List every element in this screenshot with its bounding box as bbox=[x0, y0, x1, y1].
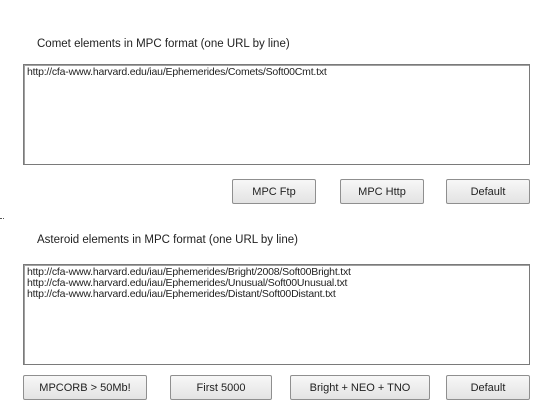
first-5000-button[interactable]: First 5000 bbox=[170, 375, 272, 400]
bright-neo-tno-button[interactable]: Bright + NEO + TNO bbox=[290, 375, 430, 400]
asteroid-default-button[interactable]: Default bbox=[446, 375, 530, 400]
asteroid-urls-textarea[interactable]: http://cfa-www.harvard.edu/iau/Ephemerid… bbox=[23, 264, 530, 365]
comet-elements-label: Comet elements in MPC format (one URL by… bbox=[37, 38, 290, 50]
asteroid-elements-label: Asteroid elements in MPC format (one URL… bbox=[37, 234, 298, 246]
mpc-ftp-button[interactable]: MPC Ftp bbox=[232, 179, 316, 204]
settings-panel: Comet elements in MPC format (one URL by… bbox=[0, 0, 539, 410]
mpc-http-button[interactable]: MPC Http bbox=[340, 179, 424, 204]
asteroid-url-line: http://cfa-www.harvard.edu/iau/Ephemerid… bbox=[27, 288, 336, 300]
dotted-marker bbox=[0, 218, 4, 220]
mpcorb-button[interactable]: MPCORB > 50Mb! bbox=[23, 375, 147, 400]
comet-urls-textarea[interactable]: http://cfa-www.harvard.edu/iau/Ephemerid… bbox=[23, 64, 530, 165]
comet-url-line: http://cfa-www.harvard.edu/iau/Ephemerid… bbox=[27, 66, 327, 78]
comet-default-button[interactable]: Default bbox=[446, 179, 530, 204]
